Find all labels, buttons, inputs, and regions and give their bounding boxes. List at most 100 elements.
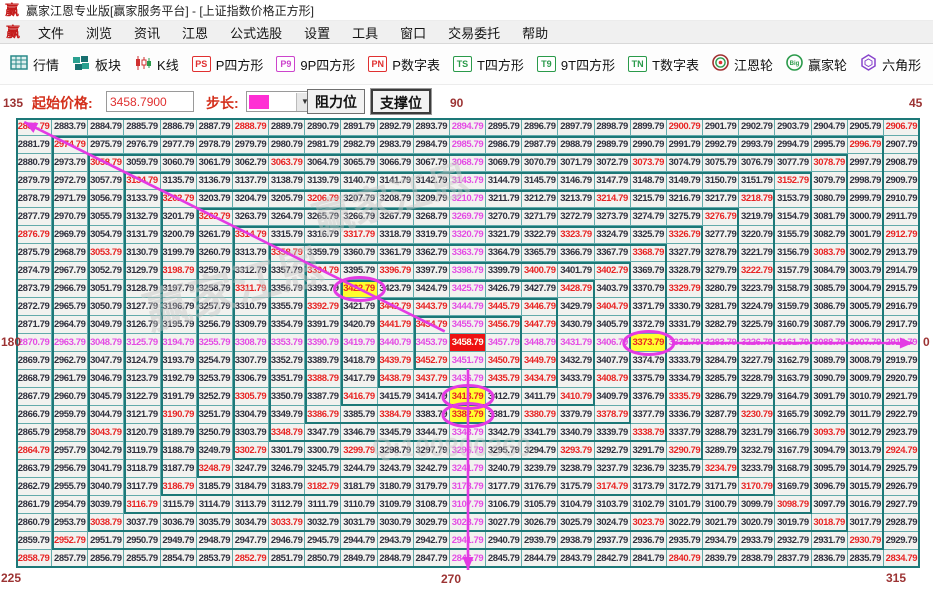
grid-cell: 3268.79 <box>413 208 450 226</box>
grid-cell: 3292.79 <box>594 442 631 460</box>
grid-cell: 3238.79 <box>558 460 595 478</box>
step-label: 步长: <box>206 95 239 111</box>
menu-item-7[interactable]: 窗口 <box>389 23 437 42</box>
grid-cell: 2881.79 <box>16 136 53 154</box>
grid-cell: 3112.79 <box>269 496 306 514</box>
toolbar-item-9P四方形[interactable]: P9 9P四方形 <box>276 55 355 74</box>
menu-item-3[interactable]: 江恩 <box>171 23 219 42</box>
resistance-button[interactable]: 阻力位 <box>307 89 365 114</box>
grid-cell: 2990.79 <box>630 136 667 154</box>
grid-cell: 3403.79 <box>594 280 631 298</box>
grid-cell: 3143.79 <box>449 172 487 190</box>
grid-cell: 2978.79 <box>196 136 233 154</box>
step-combo[interactable]: ▼ <box>246 91 314 112</box>
grid-cell: 3372.79 <box>630 316 667 334</box>
grid-cell: 3347.79 <box>305 424 342 442</box>
grid-cell: 3413.79 <box>449 388 487 406</box>
menu-item-0[interactable]: 文件 <box>27 23 75 42</box>
grid-cell: 2876.79 <box>16 226 53 244</box>
grid-cell: 3079.79 <box>811 172 848 190</box>
toolbar-item-label: 赢家轮 <box>808 57 848 73</box>
grid-cell: 2865.79 <box>16 424 53 442</box>
toolbar-item-赢家轮[interactable]: Big 赢家轮 <box>786 54 847 74</box>
grid-cell: 3208.79 <box>377 190 414 208</box>
grid-cell: 3196.79 <box>160 298 197 316</box>
grid-cell: 3195.79 <box>160 316 197 334</box>
grid-cell: 3150.79 <box>703 172 740 190</box>
grid-cell: 2892.79 <box>377 118 414 136</box>
toolbar-item-板块[interactable]: 板块 <box>72 55 121 74</box>
grid-cell: 3457.79 <box>486 334 523 352</box>
grid-cell: 2984.79 <box>413 136 450 154</box>
toolbar: 行情 板块 K线 PS P四方形 P9 9P四方形 PN P数字表 TS T四方形 T9 9T四方形 TN… <box>0 44 933 85</box>
menu-item-2[interactable]: 资讯 <box>123 23 171 42</box>
grid-cell: 3030.79 <box>377 514 414 532</box>
grid-cell: 3091.79 <box>811 388 848 406</box>
grid-cell: 3132.79 <box>124 208 161 226</box>
grid-cell: 2982.79 <box>341 136 378 154</box>
grid-cell: 3197.79 <box>160 280 197 298</box>
grid-cell: 2887.79 <box>196 118 233 136</box>
grid-cell: 3022.79 <box>666 514 704 532</box>
toolbar-item-P数字表[interactable]: PN P数字表 <box>368 55 440 74</box>
start-price-input[interactable] <box>106 91 194 112</box>
grid-cell: 2934.79 <box>703 532 740 550</box>
toolbar-item-9T四方形[interactable]: T9 9T四方形 <box>536 55 615 74</box>
grid-cell: 3186.79 <box>160 478 197 496</box>
menu-item-5[interactable]: 设置 <box>293 23 341 42</box>
grid-cell: 3184.79 <box>232 478 270 496</box>
grid-cell: 3210.79 <box>449 190 487 208</box>
grid-cell: 3280.79 <box>703 280 740 298</box>
toolbar-item-江恩轮[interactable]: 江恩轮 <box>712 54 773 74</box>
grid-cell: 3069.79 <box>486 154 523 172</box>
grid-cell: 3247.79 <box>232 460 270 478</box>
grid-cell: 3012.79 <box>847 424 884 442</box>
grid-cell: 3045.79 <box>88 388 125 406</box>
sectors-icon <box>72 55 90 74</box>
grid-cell: 3387.79 <box>305 388 342 406</box>
grid-cell: 3432.79 <box>558 352 595 370</box>
grid-cell: 3248.79 <box>196 460 233 478</box>
badge-icon: TN <box>628 56 648 72</box>
grid-cell: 3162.79 <box>775 352 812 370</box>
menu-item-1[interactable]: 浏览 <box>75 23 123 42</box>
grid-cell: 2997.79 <box>847 154 884 172</box>
grid-cell: 3163.79 <box>775 370 812 388</box>
angle-label-180: 180 <box>1 335 22 349</box>
toolbar-item-行情[interactable]: 行情 <box>10 55 59 74</box>
grid-cell: 2859.79 <box>16 532 53 550</box>
toolbar-item-K线[interactable]: K线 <box>134 55 179 74</box>
grid-cell: 3074.79 <box>666 154 704 172</box>
grid-cell: 3171.79 <box>703 478 740 496</box>
grid-cell: 3420.79 <box>341 316 378 334</box>
grid-cell: 2952.79 <box>52 532 89 550</box>
grid-cell: 3046.79 <box>88 370 125 388</box>
grid-cell: 3175.79 <box>558 478 595 496</box>
grid-cell: 2975.79 <box>88 136 125 154</box>
toolbar-item-六角形[interactable]: 六角形 <box>860 54 921 74</box>
grid-cell: 3048.79 <box>88 334 125 352</box>
grid-cell: 3125.79 <box>124 334 161 352</box>
toolbar-item-T四方形[interactable]: TS T四方形 <box>452 55 524 74</box>
grid-cell: 3269.79 <box>449 208 487 226</box>
menu-item-6[interactable]: 工具 <box>341 23 389 42</box>
menu-item-8[interactable]: 交易委托 <box>437 23 511 42</box>
grid-cell: 3085.79 <box>811 280 848 298</box>
grid-cell: 3422.79 <box>341 280 378 298</box>
toolbar-item-T数字表[interactable]: TN T数字表 <box>628 55 699 74</box>
toolbar-item-P四方形[interactable]: PS P四方形 <box>191 55 263 74</box>
grid-cell: 3283.79 <box>703 334 740 352</box>
menu-item-4[interactable]: 公式选股 <box>219 23 293 42</box>
gann-grid: 2882.79 2883.79 2884.79 2885.79 2886.79 2887.… <box>16 118 920 568</box>
grid-cell: 3134.79 <box>124 172 161 190</box>
support-button[interactable]: 支撑位 <box>371 89 431 114</box>
grid-cell: 3000.79 <box>847 208 884 226</box>
grid-cell: 3309.79 <box>232 316 270 334</box>
grid-cell: 3144.79 <box>486 172 523 190</box>
grid-cell: 3083.79 <box>811 244 848 262</box>
grid-cell: 3363.79 <box>449 244 487 262</box>
grid-cell: 3042.79 <box>88 442 125 460</box>
grid-cell: 3274.79 <box>630 208 667 226</box>
grid-cell: 2998.79 <box>847 172 884 190</box>
menu-item-9[interactable]: 帮助 <box>511 23 559 42</box>
